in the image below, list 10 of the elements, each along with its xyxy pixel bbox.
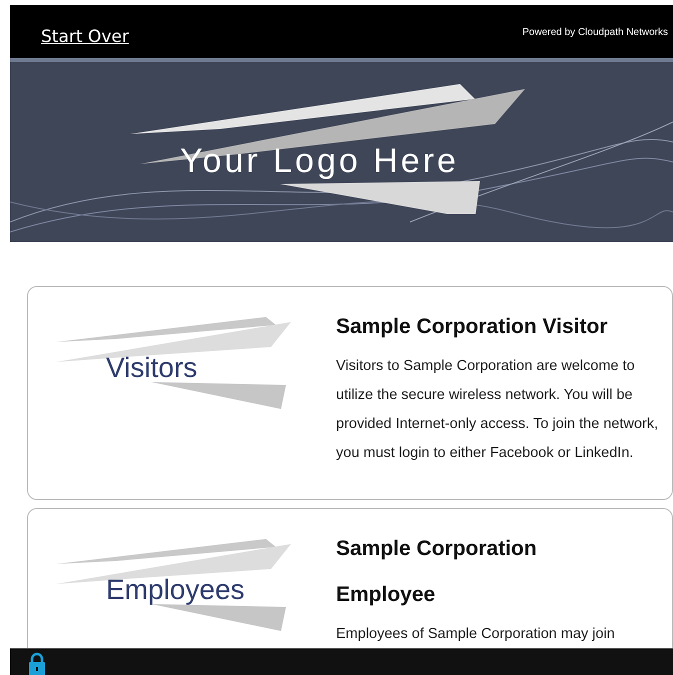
- start-over-link[interactable]: Start Over: [41, 25, 129, 50]
- option-description: Employees of Sample Corporation may join: [336, 625, 616, 644]
- powered-by-text: Powered by Cloudpath Networks: [522, 26, 668, 40]
- option-title: Sample Corporation Employee: [336, 536, 538, 608]
- option-title: Sample Corporation Visitor: [336, 314, 608, 340]
- option-card[interactable]: [27, 286, 673, 500]
- logo-text: Visitors: [106, 351, 198, 385]
- option-description: Visitors to Sample Corporation are welcome to utilize the secure wireless network. You will be provided Internet-only access. To join the network, you must login to either Facebook or LinkedIn.: [336, 357, 660, 463]
- logo-text: Employees: [106, 573, 245, 607]
- lock-icon[interactable]: [28, 652, 46, 675]
